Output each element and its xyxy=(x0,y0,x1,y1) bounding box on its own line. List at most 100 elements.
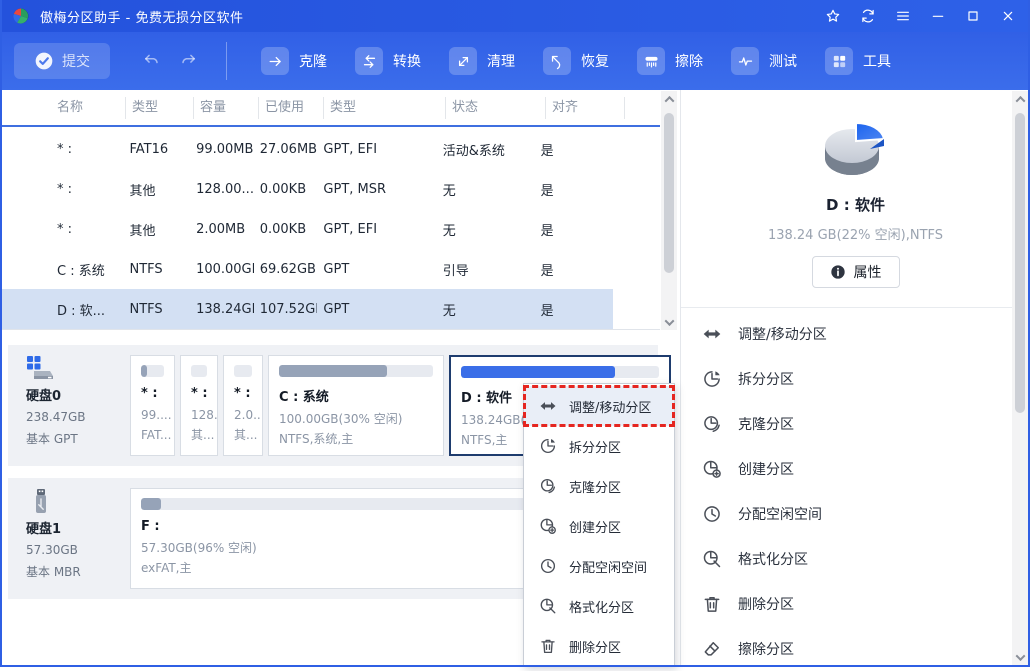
context-menu-item[interactable]: 创建分区 xyxy=(524,506,674,546)
context-menu-item[interactable]: 分配空闲空间 xyxy=(524,546,674,586)
partition-size: 2.0... xyxy=(234,405,252,425)
partition-box[interactable]: * :128...其... xyxy=(180,355,218,456)
clone-pie-icon xyxy=(539,477,557,495)
table-header: 名称类型容量已使用类型状态对齐 xyxy=(0,90,660,127)
scroll-up-arrow[interactable] xyxy=(1012,91,1028,107)
table-cell: 0.00KB xyxy=(254,182,318,197)
toolbar-button-label: 恢复 xyxy=(581,51,609,71)
sidebar-action-format-pie[interactable]: 格式化分区 xyxy=(681,536,1030,581)
partition-box[interactable]: * :99....FAT... xyxy=(130,355,175,456)
table-cell: D : 软... xyxy=(0,300,123,319)
context-menu-item[interactable]: 格式化分区 xyxy=(524,586,674,626)
context-menu-item-label: 格式化分区 xyxy=(569,597,634,616)
clone-arrow-icon xyxy=(261,47,289,75)
scroll-down-arrow[interactable] xyxy=(661,314,677,330)
sidebar-action-label: 擦除分区 xyxy=(738,639,794,659)
sidebar-action-create-pie[interactable]: 创建分区 xyxy=(681,446,1030,491)
context-menu-item[interactable]: 调整/移动分区 xyxy=(524,386,674,426)
menu-hamburger-icon[interactable] xyxy=(889,3,917,29)
column-header[interactable]: 对齐 xyxy=(545,97,625,119)
sidebar-action-clock[interactable]: 分配空闲空间 xyxy=(681,491,1030,536)
context-menu-item-label: 克隆分区 xyxy=(569,477,621,496)
disk-info[interactable]: 硬盘0238.47GB基本 GPT xyxy=(26,355,126,447)
toolbar-button-shredder[interactable]: 擦除 xyxy=(631,43,709,79)
usage-bar xyxy=(279,365,433,377)
toolbar-button-convert-arrows[interactable]: 转换 xyxy=(349,43,427,79)
maximize-button[interactable] xyxy=(959,3,987,29)
context-menu-item[interactable]: 删除分区 xyxy=(524,626,674,666)
column-header[interactable]: 名称 xyxy=(0,97,125,119)
context-menu-item[interactable]: 拆分分区 xyxy=(524,426,674,466)
refresh-icon[interactable] xyxy=(854,3,882,29)
table-scrollbar[interactable] xyxy=(661,91,677,330)
column-header[interactable]: 容量 xyxy=(193,97,258,119)
usb-icon xyxy=(26,488,56,514)
table-row[interactable]: * :其他2.00MB0.00KBGPT, EFI无是 xyxy=(0,209,613,249)
partition-box[interactable]: * :2.0...其... xyxy=(223,355,263,456)
disk-info[interactable]: 硬盘157.30GB基本 MBR xyxy=(26,488,126,580)
partition-label: C : 系统 xyxy=(279,386,433,405)
table-row[interactable]: * :FAT1699.00MB27.06MBGPT, EFI活动&系统是 xyxy=(0,129,613,169)
properties-button[interactable]: 属性 xyxy=(812,256,900,288)
app-logo-icon xyxy=(12,7,30,25)
table-row[interactable]: * :其他128.00...0.00KBGPT, MSR无是 xyxy=(0,169,613,209)
table-cell: 128.00... xyxy=(190,182,254,197)
partition-label: * : xyxy=(141,386,164,401)
properties-label: 属性 xyxy=(854,262,882,282)
sidebar-action-split-pie[interactable]: 拆分分区 xyxy=(681,356,1030,401)
sidebar-action-trash[interactable]: 删除分区 xyxy=(681,581,1030,626)
minimize-button[interactable] xyxy=(924,3,952,29)
resize-move-icon xyxy=(539,397,557,415)
disk-name: 硬盘1 xyxy=(26,518,126,537)
table-cell: 是 xyxy=(535,220,613,239)
context-menu-item[interactable]: 克隆分区 xyxy=(524,466,674,506)
sidebar-action-label: 克隆分区 xyxy=(738,414,794,434)
submit-button[interactable]: 提交 xyxy=(14,43,110,79)
partition-pie-chart xyxy=(814,120,898,184)
table-cell: 2.00MB xyxy=(190,222,254,237)
sidebar-scrollbar[interactable] xyxy=(1012,91,1028,665)
table-cell: 无 xyxy=(437,180,535,199)
redo-icon[interactable] xyxy=(178,50,200,72)
check-circle-icon xyxy=(34,51,54,71)
titlebar: 傲梅分区助手 - 免费无损分区软件 xyxy=(0,0,1030,32)
column-header[interactable]: 已使用 xyxy=(258,97,323,119)
table-cell: 69.62GB xyxy=(254,262,318,277)
sidebar-action-label: 删除分区 xyxy=(738,594,794,614)
toolbar-button-restore-arrow[interactable]: 恢复 xyxy=(537,43,615,79)
sidebar-action-label: 创建分区 xyxy=(738,459,794,479)
table-row[interactable]: C : 系统NTFS100.00GB69.62GBGPT引导是 xyxy=(0,249,613,289)
usage-bar-fill xyxy=(141,498,161,510)
table-cell: 99.00MB xyxy=(190,142,254,157)
toolbar-button-clone-arrow[interactable]: 克隆 xyxy=(255,43,333,79)
column-header[interactable]: 状态 xyxy=(445,97,545,119)
scrollbar-thumb[interactable] xyxy=(1015,113,1025,413)
favorite-star-icon[interactable] xyxy=(819,3,847,29)
sidebar-action-label: 分配空闲空间 xyxy=(738,504,822,524)
toolbar-button-clean-arrows[interactable]: 清理 xyxy=(443,43,521,79)
sidebar-divider xyxy=(681,307,1013,308)
usage-bar xyxy=(461,366,659,378)
column-header[interactable]: 类型 xyxy=(125,97,193,119)
table-cell: NTFS xyxy=(123,302,190,317)
table-cell: GPT xyxy=(317,302,436,317)
scroll-down-arrow[interactable] xyxy=(1012,649,1028,665)
close-button[interactable] xyxy=(994,3,1022,29)
undo-icon[interactable] xyxy=(142,50,164,72)
scrollbar-thumb[interactable] xyxy=(664,113,674,273)
hdd-icon xyxy=(26,355,56,381)
partition-box[interactable]: C : 系统100.00GB(30% 空闲)NTFS,系统,主 xyxy=(268,355,444,456)
toolbar-button-tools-grid[interactable]: 工具 xyxy=(819,43,897,79)
sidebar-action-eraser[interactable]: 擦除分区 xyxy=(681,626,1030,671)
context-menu: 调整/移动分区拆分分区克隆分区创建分区分配空闲空间格式化分区删除分区 xyxy=(523,383,675,667)
toolbar-button-waveform[interactable]: 测试 xyxy=(725,43,803,79)
selected-partition-name: D : 软件 xyxy=(681,194,1030,215)
context-menu-item-label: 创建分区 xyxy=(569,517,621,536)
sidebar-action-clone-pie[interactable]: 克隆分区 xyxy=(681,401,1030,446)
column-header[interactable]: 类型 xyxy=(323,97,445,119)
table-cell: 100.00GB xyxy=(190,262,254,277)
sidebar-action-resize-move[interactable]: 调整/移动分区 xyxy=(681,311,1030,356)
table-row[interactable]: D : 软...NTFS138.24GB107.52GBGPT无是 xyxy=(0,289,613,329)
scroll-up-arrow[interactable] xyxy=(661,91,677,107)
submit-label: 提交 xyxy=(62,51,90,71)
